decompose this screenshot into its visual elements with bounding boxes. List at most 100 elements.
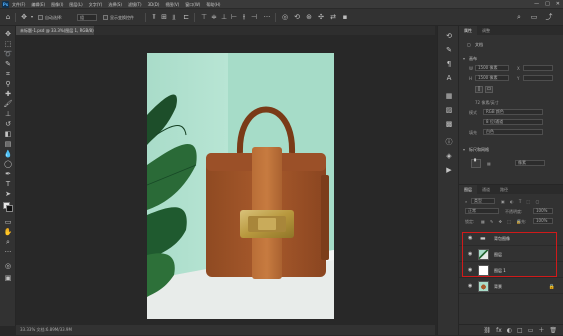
brush-settings-icon[interactable]: ✎ <box>444 46 454 55</box>
eyedropper-tool-icon[interactable]: ⚲ <box>3 80 13 88</box>
menu-layer[interactable]: 图层(L) <box>69 2 82 8</box>
gradient-tool-icon[interactable]: ▤ <box>3 140 13 148</box>
tab-paths[interactable]: 路径 <box>495 185 513 194</box>
dodge-tool-icon[interactable]: ◯ <box>3 160 13 168</box>
quick-select-tool-icon[interactable]: ✎ <box>3 60 13 68</box>
height-field[interactable]: 1500 像素 <box>475 75 509 81</box>
gradients-panel-icon[interactable]: ▨ <box>444 106 454 115</box>
menu-filter[interactable]: 滤镜(T) <box>128 2 142 8</box>
distribute-top-icon[interactable]: ⊤ <box>200 13 208 21</box>
eraser-tool-icon[interactable]: ◧ <box>3 130 13 138</box>
layer-kind-filter[interactable]: 类型 <box>471 198 495 204</box>
path-select-tool-icon[interactable]: ➤ <box>3 190 13 198</box>
new-layer-icon[interactable]: ＋ <box>538 325 544 335</box>
3d-slide-icon[interactable]: ⇄ <box>329 13 337 21</box>
tab-channels[interactable]: 通道 <box>477 185 495 194</box>
layer-filter-icons[interactable]: ▣ ◐ T ⬚ ▢ <box>501 199 541 204</box>
document-tab[interactable]: 未标题-1.psd @ 33.3%(图层 1, RGB/8) × <box>16 26 101 35</box>
canvas-area[interactable] <box>16 35 435 325</box>
blend-mode-dropdown[interactable]: 正常 <box>465 208 499 214</box>
type-tool-icon[interactable]: T <box>3 180 13 188</box>
unit-dropdown[interactable]: 像素 <box>515 160 545 166</box>
zoom-tool-icon[interactable]: ⌕ <box>3 238 13 246</box>
rectangle-tool-icon[interactable]: ▭ <box>3 218 13 226</box>
delete-layer-icon[interactable]: 🗑 <box>549 325 557 335</box>
background-color-swatch[interactable] <box>6 205 13 212</box>
fill-dropdown[interactable]: 白色 <box>483 129 543 135</box>
menu-window[interactable]: 窗口(W) <box>185 2 200 8</box>
actions-panel-icon[interactable]: ▶ <box>444 166 454 175</box>
3d-pan-icon[interactable]: ✣ <box>317 13 325 21</box>
move-tool-icon[interactable]: ✥ <box>3 30 13 38</box>
brush-tool-icon[interactable]: 🖌 <box>3 100 13 108</box>
swatches-panel-icon[interactable]: ▦ <box>444 92 454 101</box>
chevron-down-icon[interactable]: ▾ <box>28 13 36 21</box>
navigator-panel-icon[interactable]: ◈ <box>444 152 454 161</box>
lasso-tool-icon[interactable]: ➰ <box>3 50 13 58</box>
y-field[interactable] <box>523 75 553 81</box>
3d-orbit-icon[interactable]: ⟲ <box>293 13 301 21</box>
menu-3d[interactable]: 3D(D) <box>148 2 160 8</box>
maximize-icon[interactable]: □ <box>545 1 550 7</box>
link-layers-icon[interactable]: ⛓ <box>483 325 491 335</box>
distribute-right-icon[interactable]: ⊣ <box>250 13 258 21</box>
menu-file[interactable]: 文件(F) <box>12 2 25 8</box>
character-panel-icon[interactable]: A <box>444 74 454 83</box>
bit-depth-dropdown[interactable]: 8 位/通道 <box>483 119 543 125</box>
portrait-orientation-icon[interactable]: ▯ <box>475 86 483 93</box>
more-options-icon[interactable]: ··· <box>263 13 271 21</box>
menu-view[interactable]: 视图(V) <box>165 2 179 8</box>
show-transform-checkbox[interactable] <box>103 15 108 20</box>
layer-row[interactable]: ◉ 背景 🔒 <box>459 279 563 294</box>
3d-scale-icon[interactable]: ▪ <box>341 13 349 21</box>
move-tool-icon[interactable]: ✥ <box>20 13 28 21</box>
distribute-hcenter-icon[interactable]: ⫲ <box>240 13 248 21</box>
visibility-eye-icon[interactable]: ◉ <box>468 284 474 289</box>
menu-type[interactable]: 文字(Y) <box>89 2 103 8</box>
landscape-orientation-icon[interactable]: ▭ <box>485 86 493 93</box>
3d-roll-icon[interactable]: ⊛ <box>305 13 313 21</box>
crop-tool-icon[interactable]: ⌗ <box>3 70 13 78</box>
menu-help[interactable]: 帮助(H) <box>206 2 220 8</box>
distribute-left-icon[interactable]: ⊢ <box>230 13 238 21</box>
fx-icon[interactable]: fx <box>496 325 502 335</box>
guides-section-toggle-icon[interactable]: ▾ <box>463 147 465 152</box>
quick-mask-icon[interactable]: ◎ <box>3 262 13 270</box>
healing-brush-tool-icon[interactable]: ✚ <box>3 90 13 98</box>
close-icon[interactable]: ✕ <box>556 1 560 7</box>
search-icon[interactable]: ⌕ <box>515 13 523 21</box>
add-mask-icon[interactable]: ◐ <box>507 325 512 335</box>
minimize-icon[interactable]: — <box>534 1 539 7</box>
clone-stamp-tool-icon[interactable]: ⊥ <box>3 110 13 118</box>
tab-properties[interactable]: 属性 <box>459 26 477 35</box>
menu-select[interactable]: 选择(S) <box>108 2 122 8</box>
info-panel-icon[interactable]: ⓘ <box>444 138 454 147</box>
menu-edit[interactable]: 编辑(E) <box>31 2 45 8</box>
distribute-vcenter-icon[interactable]: ≑ <box>210 13 218 21</box>
align-vcenter-icon[interactable]: ⊞ <box>160 13 168 21</box>
workspace-icon[interactable]: ▭ <box>530 13 538 21</box>
new-adjustment-icon[interactable]: □ <box>517 325 523 335</box>
tab-layers[interactable]: 图层 <box>459 185 477 194</box>
screen-mode-icon[interactable]: ▣ <box>3 274 13 282</box>
ruler-color-swatch[interactable]: ▘ <box>471 159 481 168</box>
auto-select-checkbox[interactable] <box>38 15 43 20</box>
home-icon[interactable]: ⌂ <box>4 13 12 21</box>
marquee-tool-icon[interactable]: ⬚ <box>3 40 13 48</box>
canvas-section-toggle-icon[interactable]: ▾ <box>463 56 465 61</box>
opacity-field[interactable]: 100% <box>533 208 553 214</box>
distribute-bottom-icon[interactable]: ⊥ <box>220 13 228 21</box>
history-panel-icon[interactable]: ⟲ <box>444 32 454 41</box>
history-brush-tool-icon[interactable]: ↺ <box>3 120 13 128</box>
hand-tool-icon[interactable]: ✋ <box>3 228 13 236</box>
blur-tool-icon[interactable]: 💧 <box>3 150 13 158</box>
layer-fill-field[interactable]: 100% <box>533 218 553 224</box>
x-field[interactable] <box>523 65 553 71</box>
align-top-icon[interactable]: ⫪ <box>150 13 158 21</box>
paragraph-panel-icon[interactable]: ¶ <box>444 60 454 69</box>
align-bottom-icon[interactable]: ⫫ <box>170 13 178 21</box>
width-field[interactable]: 1500 像素 <box>475 65 509 71</box>
document-canvas[interactable] <box>16 35 435 325</box>
pen-tool-icon[interactable]: ✒ <box>3 170 13 178</box>
edit-toolbar-icon[interactable]: ··· <box>3 248 13 256</box>
